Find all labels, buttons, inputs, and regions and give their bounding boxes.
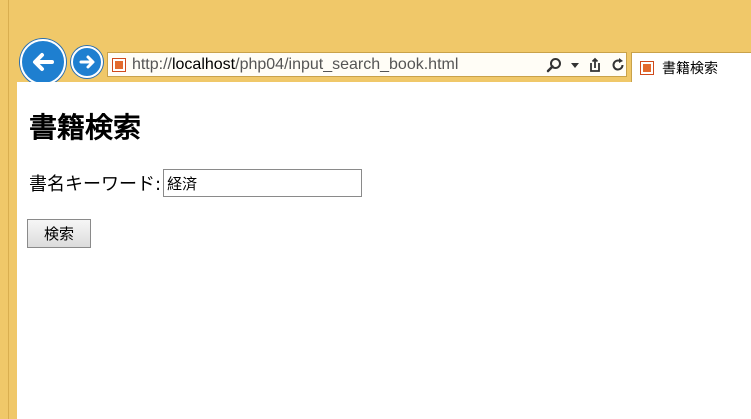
url-path: /php04/input_search_book.html bbox=[235, 55, 459, 73]
compatibility-view-icon[interactable] bbox=[588, 57, 602, 73]
arrow-left-icon bbox=[33, 53, 54, 71]
search-icon[interactable] bbox=[546, 57, 562, 73]
chevron-down-icon[interactable] bbox=[570, 57, 580, 73]
page-favicon-icon bbox=[112, 57, 126, 72]
forward-button[interactable] bbox=[71, 46, 103, 78]
keyword-label: 書名キーワード: bbox=[29, 174, 162, 195]
tab-favicon-icon bbox=[640, 60, 654, 75]
url-text[interactable]: http://localhost/php04/input_search_book… bbox=[132, 56, 540, 74]
search-form: 書名キーワード: bbox=[29, 169, 363, 197]
browser-tab[interactable]: 書籍検索 bbox=[631, 52, 751, 82]
url-prefix: http:// bbox=[131, 55, 172, 73]
address-bar[interactable]: http://localhost/php04/input_search_book… bbox=[107, 52, 627, 77]
keyword-input[interactable] bbox=[163, 169, 363, 197]
page-title: 書籍検索 bbox=[29, 111, 142, 144]
arrow-right-icon bbox=[79, 55, 95, 69]
window-frame-left bbox=[0, 0, 9, 419]
back-button[interactable] bbox=[20, 39, 66, 85]
refresh-icon[interactable] bbox=[610, 57, 626, 73]
tab-title: 書籍検索 bbox=[662, 60, 718, 77]
url-host: localhost bbox=[171, 55, 236, 73]
search-button[interactable]: 検索 bbox=[27, 219, 91, 248]
page-content: 書籍検索 書名キーワード: 検索 bbox=[17, 82, 751, 419]
